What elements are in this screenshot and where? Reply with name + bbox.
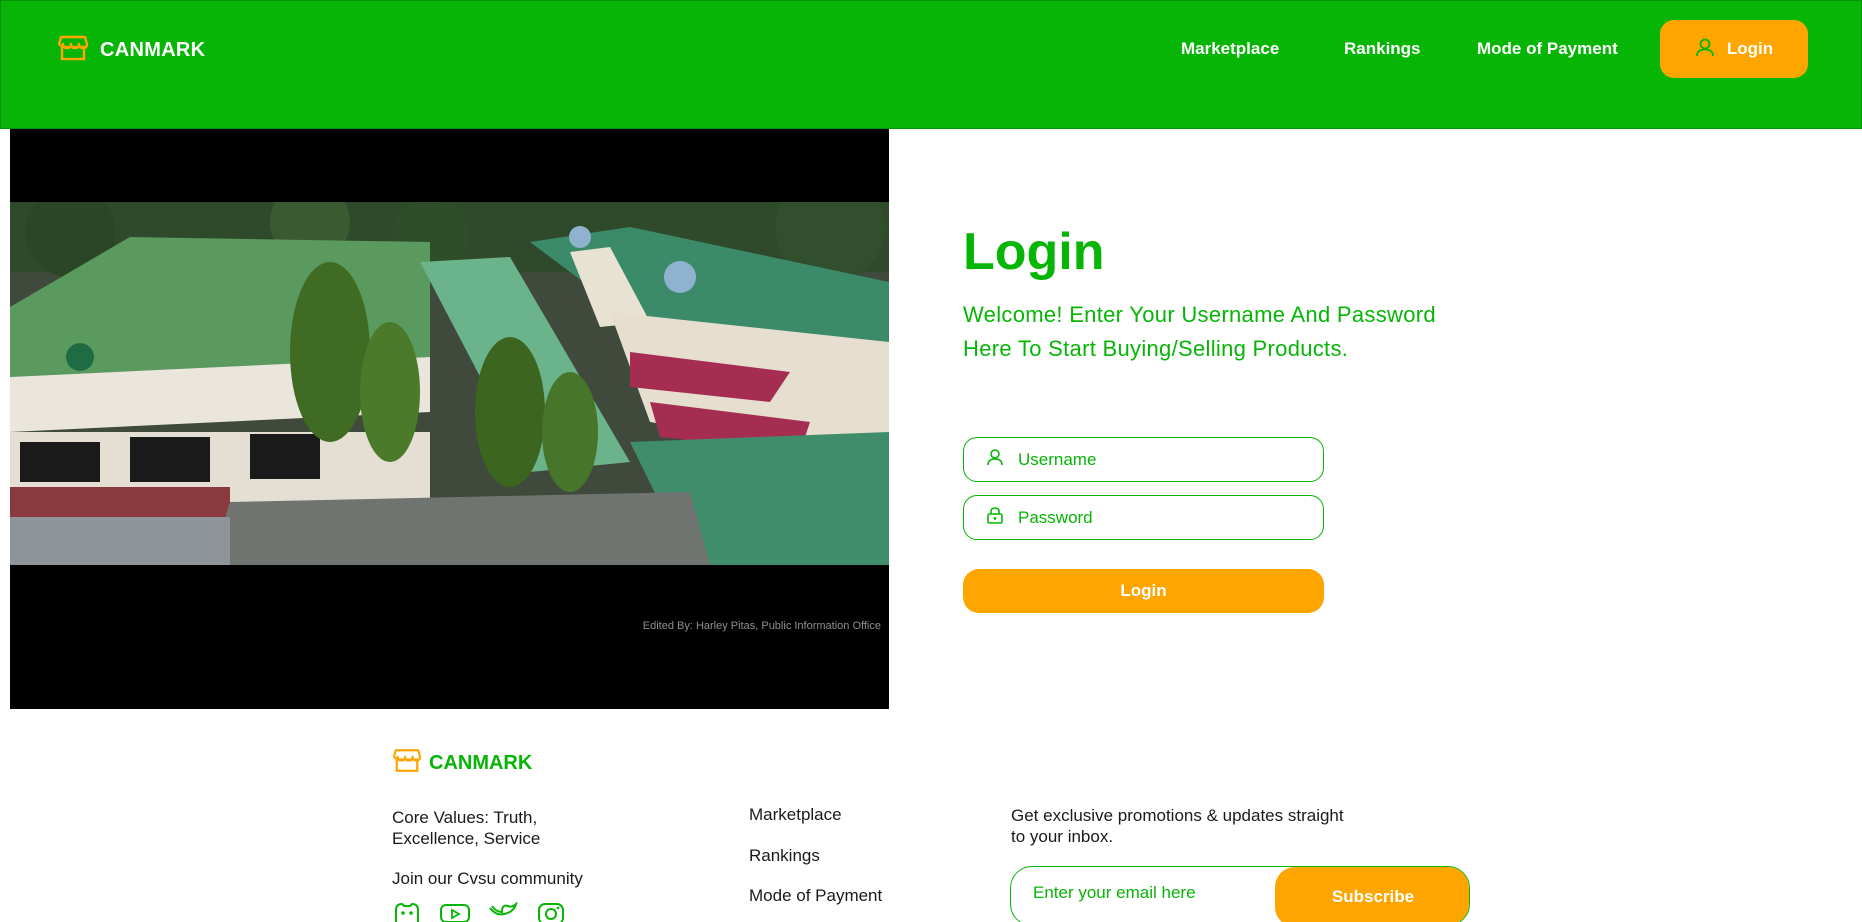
brand-logo[interactable]: CANMARK [57,35,206,66]
login-submit-button[interactable]: Login [963,569,1324,613]
login-subtitle: Welcome! Enter Your Username And Passwor… [963,302,1436,361]
header-login-label: Login [1726,39,1774,58]
social-links [392,900,566,922]
login-title: Login [963,223,1105,281]
subscribe-button[interactable]: Subscribe [1275,867,1469,922]
campus-aerial-photo [10,202,889,565]
username-input[interactable] [1018,449,1298,470]
lock-icon [986,506,1004,529]
footer-brand-name: CANMARK [429,751,533,774]
discord-icon[interactable] [392,902,422,922]
instagram-icon[interactable] [536,902,566,922]
user-icon [1695,37,1715,62]
footer-link-mode-of-payment[interactable]: Mode of Payment [749,886,882,906]
store-icon [57,35,89,66]
newsletter-form: Subscribe [1010,866,1470,922]
header-login-button[interactable]: Login [1660,20,1808,78]
community-text: Join our Cvsu community [392,869,583,888]
nav-rankings[interactable]: Rankings [1344,39,1421,59]
top-navbar: CANMARK Marketplace Rankings Mode of Pay… [0,0,1862,129]
store-icon [392,748,422,778]
footer-brand[interactable]: CANMARK [392,748,533,778]
password-input[interactable] [1018,507,1298,528]
twitter-icon[interactable] [488,900,518,922]
footer-link-rankings[interactable]: Rankings [749,846,820,866]
campus-video-frame: Edited By: Harley Pitas, Public Informat… [10,129,889,709]
photo-credit: Edited By: Harley Pitas, Public Informat… [642,620,881,632]
email-input[interactable] [1033,883,1263,903]
footer-link-marketplace[interactable]: Marketplace [749,805,842,825]
username-field[interactable] [963,437,1324,482]
core-values: Core Values: Truth, Excellence, Service [392,808,541,848]
youtube-icon[interactable] [440,902,470,922]
user-icon [986,448,1004,471]
nav-marketplace[interactable]: Marketplace [1181,39,1279,59]
password-field[interactable] [963,495,1324,540]
brand-name: CANMARK [100,39,206,61]
nav-mode-of-payment[interactable]: Mode of Payment [1477,39,1618,59]
promo-text: Get exclusive promotions & updates strai… [1011,806,1344,846]
